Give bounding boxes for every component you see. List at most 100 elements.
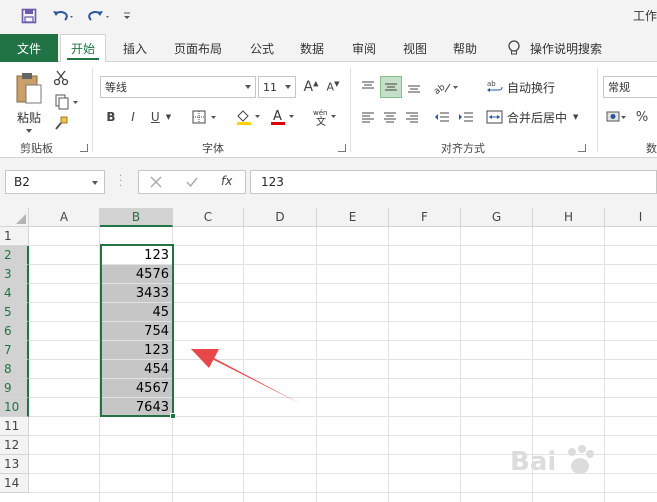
merge-icon [486,110,503,124]
svg-text:wén: wén [313,109,327,117]
font-dialog-launcher[interactable] [338,144,346,152]
tab-insert[interactable]: 插入 [123,34,147,62]
row-header-9[interactable]: 9 [0,379,29,398]
column-header-h[interactable]: H [533,208,605,227]
font-size-value: 11 [263,80,277,94]
align-right-button[interactable] [402,106,422,128]
formula-input[interactable]: 123 [250,170,657,194]
borders-button[interactable] [188,106,222,128]
align-left-button[interactable] [358,106,378,128]
fill-handle[interactable] [170,413,176,419]
align-bottom-icon [408,85,420,93]
select-all-corner[interactable] [0,208,29,227]
tab-formulas[interactable]: 公式 [250,34,274,62]
redo-button[interactable] [84,6,116,26]
tab-page-layout[interactable]: 页面布局 [174,34,222,62]
insert-function-button[interactable]: fx [221,174,232,188]
column-header-e[interactable]: E [317,208,389,227]
copy-button[interactable] [50,92,84,112]
percent-style-button[interactable]: % [632,106,652,128]
increase-font-button[interactable]: A▲ [302,76,320,98]
accounting-format-button[interactable] [604,106,630,128]
column-header-a[interactable]: A [29,208,100,227]
number-format-select[interactable]: 常规 [603,76,657,98]
percent-label: % [635,109,649,125]
column-header-f[interactable]: F [389,208,461,227]
clipboard-dialog-launcher[interactable] [80,144,88,152]
column-header-b[interactable]: B [100,208,173,227]
row-header-13[interactable]: 13 [0,455,29,474]
borders-icon [192,110,216,124]
grid-vline [316,227,317,502]
row-header-10[interactable]: 10 [0,398,29,417]
align-center-icon [384,112,396,123]
merge-center-button[interactable]: 合并后居中 ▼ [486,106,586,128]
group-divider [92,68,93,152]
grid-vline [460,227,461,502]
paste-icon [16,72,42,103]
italic-button[interactable]: I [124,106,142,128]
formula-bar-grip[interactable]: · · · [119,172,123,192]
align-bottom-button[interactable] [404,76,424,98]
paste-button[interactable]: 粘贴 [10,68,48,136]
row-header-14[interactable]: 14 [0,474,29,493]
tab-review[interactable]: 审阅 [352,34,376,62]
tab-view[interactable]: 视图 [403,34,427,62]
row-header-4[interactable]: 4 [0,284,29,303]
chevron-down-icon [285,85,291,89]
column-header-g[interactable]: G [461,208,533,227]
bold-button[interactable]: B [102,106,120,128]
clipboard-group-label: 剪贴板 [20,142,53,155]
tab-data[interactable]: 数据 [300,34,324,62]
decrease-indent-button[interactable] [432,106,452,128]
underline-button[interactable]: U ▼ [146,106,176,128]
column-header-d[interactable]: D [244,208,317,227]
increase-indent-button[interactable] [456,106,476,128]
formula-buttons: fx [138,170,246,194]
check-icon[interactable] [185,175,199,189]
ribbon-home: 粘贴 剪贴板 等线 11 A▲ A▼ B I U ▼ A wén 文 字体 ab… [0,62,657,158]
font-color-button[interactable]: A [266,106,300,128]
align-middle-button[interactable] [380,76,402,98]
decrease-font-button[interactable]: A▼ [324,76,342,98]
orientation-button[interactable]: ab [430,76,464,98]
tab-file[interactable]: 文件 [0,34,58,62]
row-header-1[interactable]: 1 [0,227,29,246]
align-top-button[interactable] [358,76,378,98]
cancel-icon[interactable] [149,175,163,189]
align-middle-icon [385,83,397,91]
row-header-5[interactable]: 5 [0,303,29,322]
svg-text:ab: ab [433,82,448,95]
paste-label: 粘贴 [16,110,41,125]
tab-home[interactable]: 开始 [60,34,107,63]
font-name-select[interactable]: 等线 [100,76,256,98]
font-size-select[interactable]: 11 [258,76,296,98]
save-button[interactable] [18,6,40,26]
alignment-dialog-launcher[interactable] [578,144,586,152]
row-header-6[interactable]: 6 [0,322,29,341]
tell-me-search[interactable]: 操作说明搜索 [506,34,602,62]
save-icon [21,8,37,24]
row-header-8[interactable]: 8 [0,360,29,379]
cut-button[interactable] [50,68,72,88]
row-header-3[interactable]: 3 [0,265,29,284]
group-divider [597,68,598,152]
format-painter-button[interactable] [50,114,72,134]
row-header-12[interactable]: 12 [0,436,29,455]
undo-button[interactable] [48,6,80,26]
customize-qat-button[interactable] [120,6,134,26]
worksheet-grid[interactable]: ABCDEFGHI 1 2 3 4 5 6 7 8 9 10 11 12 13 14 123 4576 343… [0,208,657,502]
name-box[interactable]: B2 [5,170,105,194]
column-header-i[interactable]: I [605,208,657,227]
align-center-button[interactable] [380,106,400,128]
row-header-7[interactable]: 7 [0,341,29,360]
tab-help[interactable]: 帮助 [453,34,477,62]
brush-icon [55,116,68,130]
paw-watermark-icon: Bai [510,445,594,477]
row-header-11[interactable]: 11 [0,417,29,436]
wrap-text-button[interactable]: ab 自动换行 [486,76,562,98]
fill-color-button[interactable] [232,106,266,128]
row-header-2[interactable]: 2 [0,246,29,265]
phonetic-guide-button[interactable]: wén 文 [308,106,342,128]
column-header-c[interactable]: C [173,208,244,227]
